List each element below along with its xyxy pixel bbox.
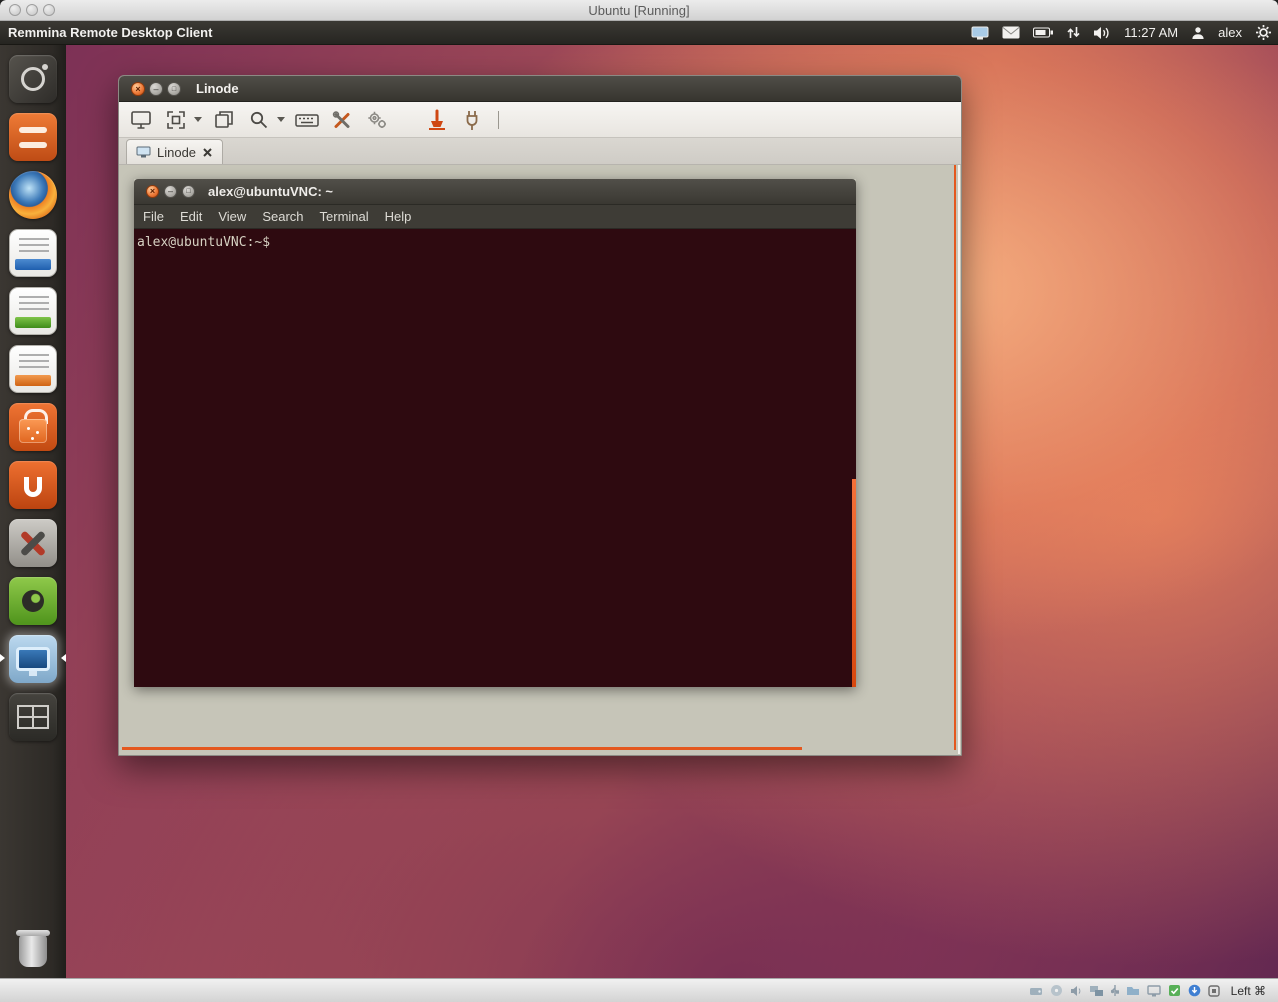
toolbar-cursor [498,111,499,129]
software-app-icon [9,577,57,625]
tab-monitor-icon [136,146,151,158]
tools-icon[interactable] [329,107,355,133]
hdd-icon[interactable] [1029,985,1043,997]
terminal-body[interactable]: alex@ubuntuVNC:~$ [134,229,856,687]
remmina-titlebar[interactable]: Linode [119,76,961,102]
menu-edit[interactable]: Edit [180,209,202,224]
libreoffice-writer-icon [9,229,57,277]
libreoffice-impress-icon [9,345,57,393]
host-key-label: Left ⌘ [1231,984,1266,998]
remote-desktop-view[interactable]: alex@ubuntuVNC: ~ File Edit View Search … [120,165,960,754]
network-adapters-icon[interactable] [1089,985,1104,997]
new-connection-icon[interactable] [128,107,154,133]
terminal-window: alex@ubuntuVNC: ~ File Edit View Search … [134,179,856,687]
launcher-item-software-app[interactable] [0,572,66,630]
vm-window-title: Ubuntu [Running] [0,0,1278,21]
launcher-item-system-settings[interactable] [0,514,66,572]
usb-icon[interactable] [1111,984,1119,997]
terminal-title: alex@ubuntuVNC: ~ [208,179,333,204]
dash-home-icon [9,55,57,103]
remote-right-border [958,165,960,754]
trash-icon [9,919,57,967]
duplicate-icon[interactable] [211,107,237,133]
menu-view[interactable]: View [218,209,246,224]
launcher-item-remmina[interactable] [0,630,66,688]
libreoffice-calc-icon [9,287,57,335]
volume-icon[interactable] [1093,26,1111,40]
window-maximize-button[interactable] [167,82,181,96]
window-close-button[interactable] [131,82,145,96]
fullscreen-dropdown-icon[interactable] [194,117,202,122]
remmina-window: Linode [118,75,962,756]
tab-close-icon[interactable] [202,147,213,158]
terminal-minimize-button[interactable] [164,185,177,198]
terminal-menubar: File Edit View Search Terminal Help [134,205,856,229]
sync-arrows-icon[interactable] [1067,26,1080,39]
menu-terminal[interactable]: Terminal [320,209,369,224]
mail-icon[interactable] [1002,26,1020,39]
terminal-right-edge [852,479,856,687]
remmina-tabbar: Linode [119,138,961,165]
vm-statusbar: Left ⌘ [0,978,1278,1002]
clock[interactable]: 11:27 AM [1124,25,1178,40]
launcher-item-libreoffice-calc[interactable] [0,282,66,340]
zoom-icon[interactable] [246,107,272,133]
menu-help[interactable]: Help [385,209,412,224]
mouse-integration-icon[interactable] [1188,984,1201,997]
running-indicator-arrow [0,654,5,662]
shared-folders-icon[interactable] [1126,985,1140,996]
audio-icon[interactable] [1070,985,1082,997]
remmina-toolbar [119,102,961,138]
menu-search[interactable]: Search [262,209,303,224]
cd-icon[interactable] [1050,984,1063,997]
launcher-item-ubuntu-one[interactable] [0,456,66,514]
remmina-icon [9,635,57,683]
system-settings-icon [9,519,57,567]
vm-screen: Ubuntu [Running] Remmina Remote Desktop … [0,0,1278,1002]
launcher-item-libreoffice-writer[interactable] [0,224,66,282]
firefox-icon [9,171,57,219]
fullscreen-icon[interactable] [163,107,189,133]
vm-titlebar: Ubuntu [Running] [0,0,1278,21]
user-icon[interactable] [1191,26,1205,40]
username[interactable]: alex [1218,25,1242,40]
workspace-switcher-icon [9,693,57,741]
display-icon[interactable] [1147,985,1161,997]
host-key-icon[interactable] [1208,985,1220,997]
keyboard-grab-icon[interactable] [294,107,320,133]
terminal-close-button[interactable] [146,185,159,198]
launcher-item-firefox[interactable] [0,166,66,224]
features-icon[interactable] [1168,984,1181,997]
menu-file[interactable]: File [143,209,164,224]
terminal-titlebar[interactable]: alex@ubuntuVNC: ~ [134,179,856,205]
preferences-icon[interactable] [364,107,390,133]
terminal-maximize-button[interactable] [182,185,195,198]
tab-linode[interactable]: Linode [126,139,223,164]
tab-label: Linode [157,145,196,160]
launcher-item-trash[interactable] [0,914,66,972]
plug-icon[interactable] [459,107,485,133]
disconnect-icon[interactable] [424,107,450,133]
launcher-item-libreoffice-impress[interactable] [0,340,66,398]
launcher-item-home-folder[interactable] [0,108,66,166]
active-app-title: Remmina Remote Desktop Client [8,21,212,44]
software-center-icon [9,403,57,451]
window-minimize-button[interactable] [149,82,163,96]
session-gear-icon[interactable] [1255,24,1272,41]
remote-indicator-icon[interactable] [971,26,989,40]
battery-icon[interactable] [1033,27,1054,38]
remmina-window-title: Linode [196,76,239,101]
unity-launcher [0,45,66,978]
launcher-item-dash-home[interactable] [0,50,66,108]
remote-bottom-orange-edge [122,747,802,750]
launcher-item-software-center[interactable] [0,398,66,456]
home-folder-icon [9,113,57,161]
ubuntu-one-icon [9,461,57,509]
zoom-dropdown-icon[interactable] [277,117,285,122]
unity-panel: Remmina Remote Desktop Client 11:27 AM a… [0,21,1278,45]
launcher-item-workspace-switcher[interactable] [0,688,66,746]
remote-right-orange-edge [954,165,956,750]
desktop-wallpaper[interactable]: Linode [66,45,1278,978]
terminal-prompt: alex@ubuntuVNC:~$ [137,235,270,250]
